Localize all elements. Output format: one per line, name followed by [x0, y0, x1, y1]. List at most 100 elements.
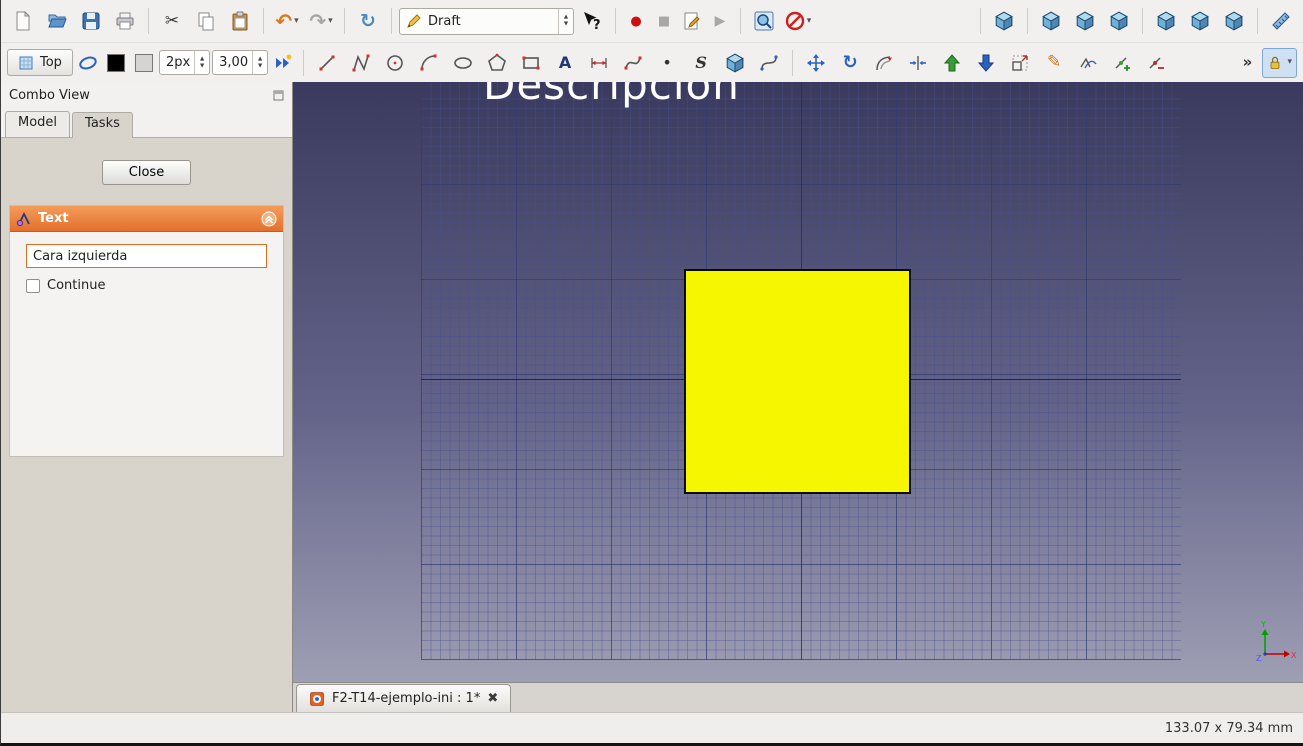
draft-circle-button[interactable] — [379, 48, 411, 78]
new-file-button[interactable] — [7, 6, 39, 36]
text-task-header[interactable]: Text — [10, 206, 283, 232]
close-document-icon[interactable]: ✖ — [487, 692, 498, 705]
draft-facebinder-button[interactable] — [719, 48, 751, 78]
text-size-spinner[interactable]: 3,00 ▲▼ — [212, 50, 268, 75]
tab-model[interactable]: Model — [5, 111, 70, 137]
macro-record-button[interactable]: ● — [623, 6, 649, 36]
draft-trim-extend-button[interactable] — [902, 48, 934, 78]
draft-rotate-button[interactable]: ↻ — [834, 48, 866, 78]
top-view-button[interactable] — [1069, 6, 1101, 36]
add-point-icon — [1112, 53, 1132, 73]
text-size-spin-arrows[interactable]: ▲▼ — [252, 51, 267, 74]
draft-shapestring-button[interactable]: S — [685, 48, 717, 78]
working-plane-button[interactable]: Top — [7, 49, 73, 76]
zoom-selection-button[interactable] — [748, 6, 780, 36]
draft-bezier-button[interactable] — [753, 48, 785, 78]
measure-distance-button[interactable] — [1265, 6, 1297, 36]
draft-move-button[interactable] — [800, 48, 832, 78]
draft-arc-button[interactable] — [413, 48, 445, 78]
text-value-input[interactable] — [26, 244, 267, 268]
redo-button[interactable]: ↷▾ — [305, 6, 337, 36]
text-task-box: Text Continue — [9, 205, 284, 457]
draft-delete-point-button[interactable] — [1140, 48, 1172, 78]
print-button[interactable] — [109, 6, 141, 36]
draft-polygon-button[interactable] — [481, 48, 513, 78]
draft-rectangle-button[interactable] — [515, 48, 547, 78]
line-icon — [317, 53, 337, 73]
save-button[interactable] — [75, 6, 107, 36]
face-color-button[interactable] — [131, 48, 157, 78]
status-bar: 133.07 x 79.34 mm — [1, 712, 1303, 743]
draft-bspline-button[interactable] — [617, 48, 649, 78]
draft-polyline-button[interactable] — [345, 48, 377, 78]
macro-play-button[interactable]: ▶ — [707, 6, 733, 36]
draft-workbench-icon — [406, 13, 422, 29]
combo-view-tabs: Model Tasks — [1, 108, 292, 137]
line-width-spin-arrows[interactable]: ▲▼ — [194, 51, 209, 74]
workbench-selector[interactable]: Draft ▲▼ — [399, 8, 574, 35]
draft-upgrade-button[interactable] — [936, 48, 968, 78]
draft-scale-button[interactable] — [1004, 48, 1036, 78]
axis-z-label: Z — [1256, 654, 1262, 662]
paste-button[interactable] — [224, 6, 256, 36]
zoom-selection-icon — [754, 11, 774, 31]
draft-point-button[interactable]: • — [651, 48, 683, 78]
draft-add-point-button[interactable] — [1106, 48, 1138, 78]
axonometric-view-button[interactable] — [988, 6, 1020, 36]
front-view-cube-icon — [1041, 11, 1061, 31]
scale-icon — [1010, 53, 1030, 73]
copy-button[interactable] — [190, 6, 222, 36]
rear-view-button[interactable] — [1150, 6, 1182, 36]
draft-offset-button[interactable] — [868, 48, 900, 78]
draft-dimension-button[interactable] — [583, 48, 615, 78]
workbench-spinner[interactable]: ▲▼ — [558, 9, 573, 34]
undo-button[interactable]: ↶▾ — [271, 6, 303, 36]
close-task-button[interactable]: Close — [102, 160, 191, 185]
tab-tasks[interactable]: Tasks — [72, 112, 133, 138]
bottom-view-cube-icon — [1190, 11, 1210, 31]
macro-edit-button[interactable] — [679, 6, 705, 36]
toolbar-separator — [263, 8, 264, 34]
draft-downgrade-button[interactable] — [970, 48, 1002, 78]
document-tab[interactable]: F2-T14-ejemplo-ini : 1* ✖ — [296, 684, 511, 712]
draft-wire-to-bspline-button[interactable] — [1072, 48, 1104, 78]
move-icon — [806, 53, 826, 73]
toolbar-separator — [792, 50, 793, 76]
spin-down-icon: ▼ — [200, 63, 204, 70]
apply-style-button[interactable] — [270, 48, 296, 78]
line-width-spinner[interactable]: 2px ▲▼ — [159, 50, 210, 75]
chevron-down-icon: ▾ — [1287, 58, 1292, 67]
draft-ellipse-button[interactable] — [447, 48, 479, 78]
macro-stop-button[interactable]: ■ — [651, 6, 677, 36]
left-view-button[interactable] — [1218, 6, 1250, 36]
offset-icon — [874, 53, 894, 73]
new-file-icon — [13, 11, 33, 31]
whats-this-button[interactable]: ? — [576, 6, 608, 36]
axis-y-label: Y — [1260, 620, 1266, 629]
undock-icon[interactable] — [273, 90, 284, 101]
spin-down-icon: ▼ — [258, 63, 262, 70]
front-view-button[interactable] — [1035, 6, 1067, 36]
face-color-swatch — [135, 54, 153, 72]
bottom-view-button[interactable] — [1184, 6, 1216, 36]
clip-plane-button[interactable]: ▾ — [782, 6, 814, 36]
draft-edit-button[interactable]: ✎ — [1038, 48, 1070, 78]
3d-viewport[interactable]: Descripción Y X Z — [293, 82, 1303, 682]
paste-icon — [230, 11, 250, 31]
freecad-document-icon — [309, 691, 325, 707]
refresh-button[interactable]: ↻ — [352, 6, 384, 36]
cut-button[interactable]: ✂ — [156, 6, 188, 36]
collapse-chevrons-icon[interactable] — [261, 211, 277, 227]
draft-line-button[interactable] — [311, 48, 343, 78]
yellow-rectangle-object[interactable] — [684, 269, 911, 494]
continue-checkbox[interactable] — [26, 279, 40, 293]
snap-lock-button[interactable]: ▾ — [1262, 48, 1297, 78]
toolbar-overflow-button[interactable]: » — [1234, 48, 1260, 78]
open-file-button[interactable] — [41, 6, 73, 36]
spin-up-icon: ▲ — [200, 56, 204, 63]
line-color-button[interactable] — [103, 48, 129, 78]
dimensions-readout: 133.07 x 79.34 mm — [1165, 721, 1293, 736]
construction-mode-button[interactable] — [75, 48, 101, 78]
draft-text-button[interactable]: A — [549, 48, 581, 78]
right-view-button[interactable] — [1103, 6, 1135, 36]
